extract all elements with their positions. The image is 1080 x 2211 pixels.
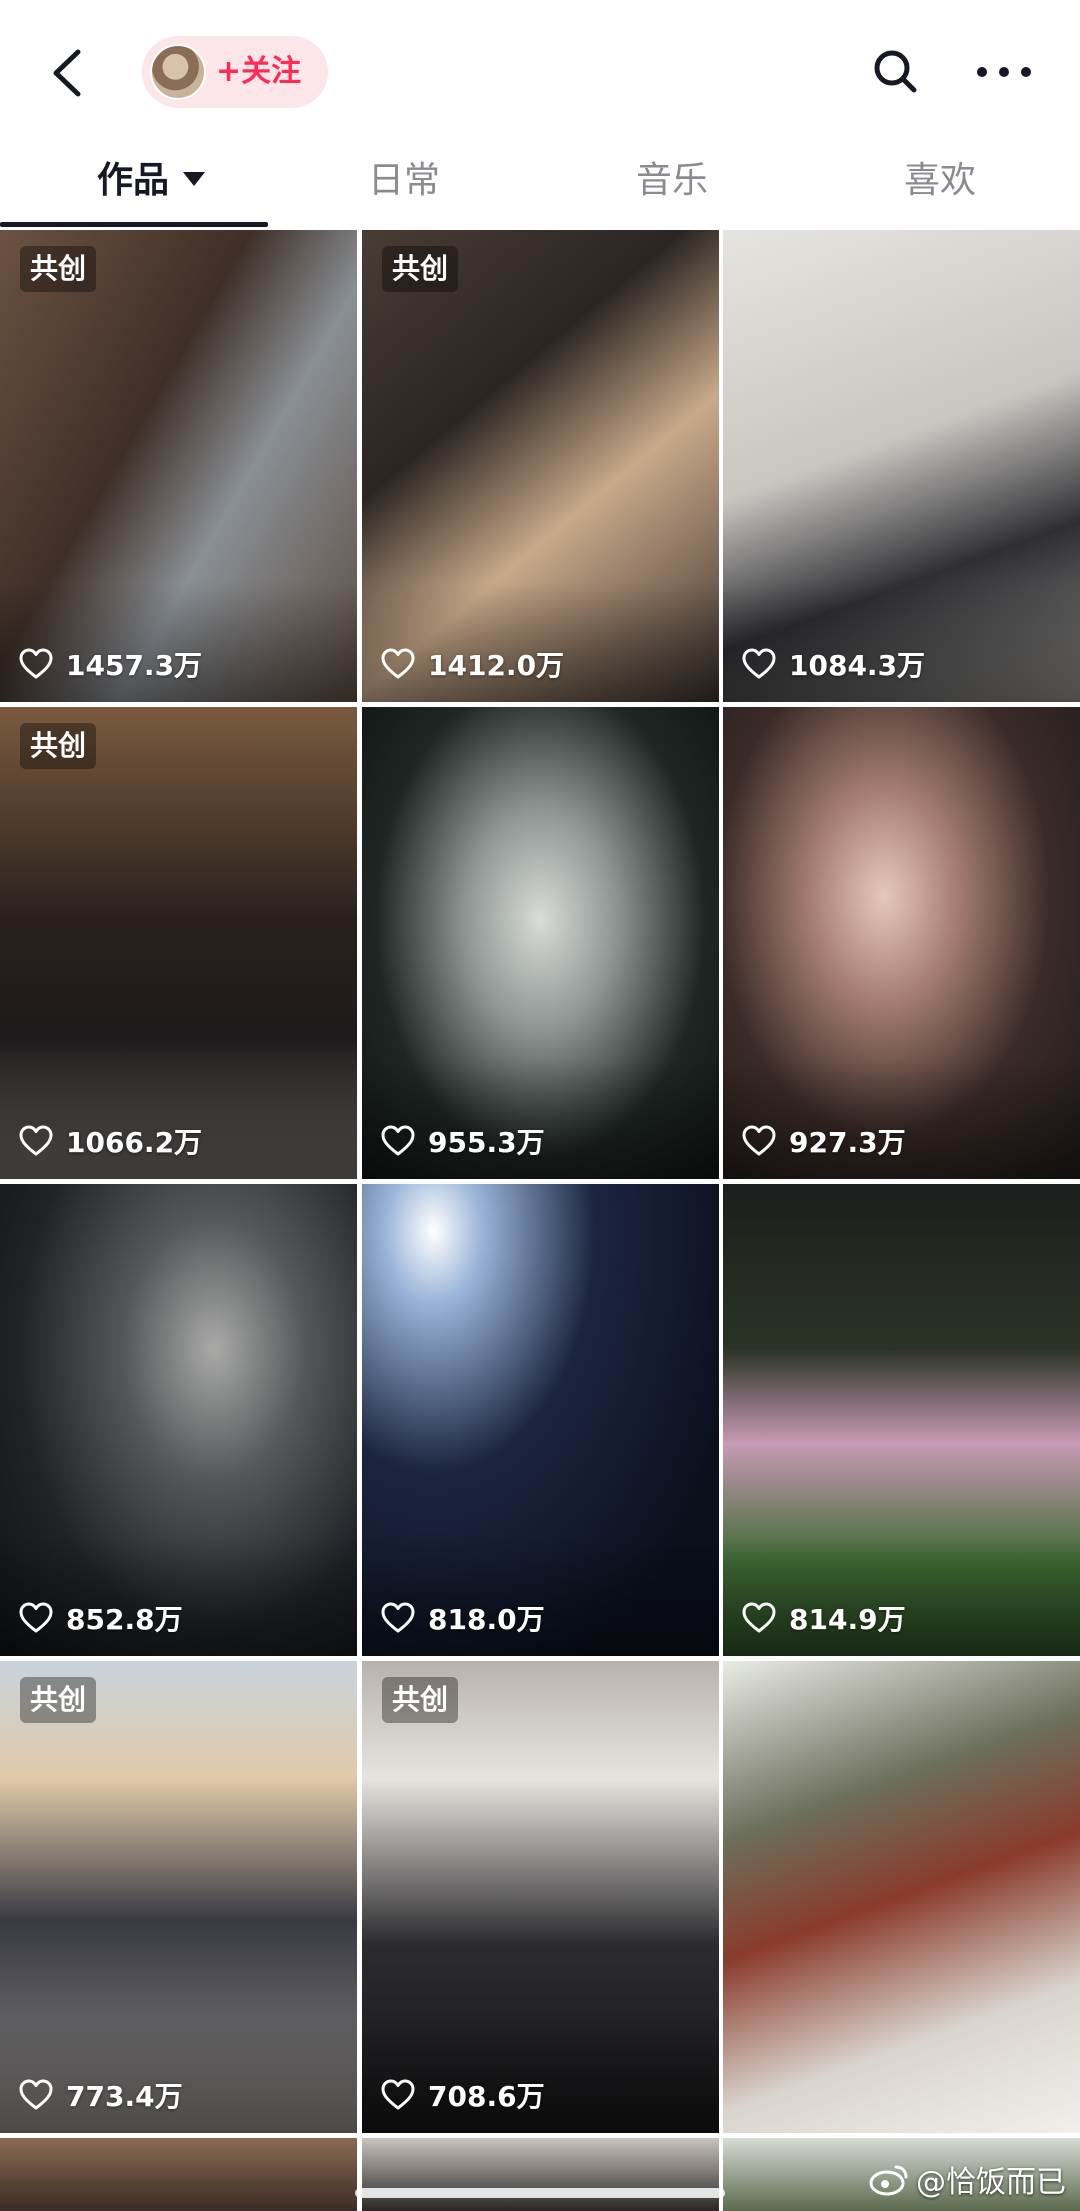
video-card[interactable]: 818.0万: [362, 1184, 719, 1656]
like-count-value: 814.9万: [789, 1603, 906, 1636]
heart-outline-icon: [381, 2079, 415, 2110]
search-icon: [874, 50, 917, 93]
profile-tabs: 作品 日常 音乐 喜欢: [0, 145, 1080, 227]
like-count-value: 1457.3万: [66, 649, 203, 682]
video-card[interactable]: 1084.3万: [723, 230, 1080, 702]
more-icon: [977, 67, 1031, 77]
heart-outline-icon: [742, 648, 776, 679]
heart-outline-icon: [19, 1602, 53, 1633]
like-count: 1457.3万: [18, 640, 202, 688]
active-tab-indicator: [0, 222, 268, 227]
collab-tag: 共创: [20, 246, 97, 292]
like-count: 955.3万: [380, 1117, 545, 1165]
like-count: 708.6万: [380, 2071, 545, 2119]
tab-music-label: 音乐: [636, 160, 709, 201]
tab-likes[interactable]: 喜欢: [904, 145, 976, 217]
like-count: 927.3万: [741, 1117, 906, 1165]
like-count-value: 852.8万: [66, 1603, 183, 1636]
video-card[interactable]: 955.3万: [362, 707, 719, 1179]
heart-outline-icon: [19, 648, 53, 679]
like-count-value: 818.0万: [428, 1603, 545, 1636]
tab-daily[interactable]: 日常: [368, 145, 440, 217]
like-count: 814.9万: [741, 1594, 906, 1642]
tab-music[interactable]: 音乐: [636, 145, 708, 217]
weibo-icon: [869, 2165, 908, 2196]
like-count-value: 927.3万: [789, 1126, 906, 1159]
heart-outline-icon: [742, 1125, 776, 1156]
caret-down-icon: [183, 172, 206, 186]
like-count: 852.8万: [18, 1594, 183, 1642]
heart-outline-icon: [742, 1602, 776, 1633]
watermark: @恰饭而已: [868, 2157, 1066, 2201]
video-card[interactable]: 共创 773.4万: [0, 1661, 357, 2133]
like-count-value: 1412.0万: [428, 649, 565, 682]
tab-daily-label: 日常: [368, 160, 441, 201]
home-indicator[interactable]: [355, 2188, 725, 2198]
collab-tag: 共创: [382, 246, 459, 292]
like-count-value: 955.3万: [428, 1126, 545, 1159]
tab-likes-label: 喜欢: [904, 160, 977, 201]
search-button[interactable]: [868, 44, 924, 100]
video-card[interactable]: 共创 708.6万: [362, 1661, 719, 2133]
video-thumbnail: [0, 2138, 357, 2211]
video-card[interactable]: 814.9万: [723, 1184, 1080, 1656]
tab-works[interactable]: 作品: [97, 145, 206, 217]
more-button[interactable]: [972, 44, 1036, 100]
video-card[interactable]: 852.8万: [0, 1184, 357, 1656]
video-grid: 共创 1457.3万 共创 1412.0万 1084.3万 共创 1066.2万: [0, 230, 1080, 2211]
back-button[interactable]: [40, 40, 100, 106]
top-bar: +关注: [0, 0, 1080, 145]
heart-outline-icon: [19, 2079, 53, 2110]
video-card[interactable]: [0, 2138, 357, 2211]
like-count-value: 1084.3万: [789, 649, 926, 682]
heart-outline-icon: [19, 1125, 53, 1156]
video-card[interactable]: 927.3万: [723, 707, 1080, 1179]
video-card[interactable]: [362, 2138, 719, 2211]
collab-tag: 共创: [382, 1677, 459, 1723]
like-count: 773.4万: [18, 2071, 183, 2119]
heart-outline-icon: [381, 1125, 415, 1156]
like-count: 1412.0万: [380, 640, 564, 688]
video-card[interactable]: 共创 1457.3万: [0, 230, 357, 702]
like-count: 818.0万: [380, 1594, 545, 1642]
tab-works-label: 作品: [97, 160, 170, 201]
like-count: 1066.2万: [18, 1117, 202, 1165]
like-count-value: 1066.2万: [66, 1126, 203, 1159]
watermark-text: @恰饭而已: [916, 2165, 1066, 2200]
like-count-value: 773.4万: [66, 2080, 183, 2113]
follow-button[interactable]: +关注: [142, 36, 328, 108]
video-card[interactable]: [723, 1661, 1080, 2133]
avatar[interactable]: [150, 44, 206, 100]
like-count: 1084.3万: [741, 640, 925, 688]
video-card[interactable]: 共创 1066.2万: [0, 707, 357, 1179]
video-card[interactable]: 共创 1412.0万: [362, 230, 719, 702]
like-count-value: 708.6万: [428, 2080, 545, 2113]
heart-outline-icon: [381, 648, 415, 679]
collab-tag: 共创: [20, 1677, 97, 1723]
back-arrow-icon: [53, 49, 81, 97]
video-thumbnail: [362, 2138, 719, 2211]
collab-tag: 共创: [20, 723, 97, 769]
heart-outline-icon: [381, 1602, 415, 1633]
video-thumbnail: [723, 1661, 1080, 2133]
follow-label: +关注: [216, 54, 302, 89]
